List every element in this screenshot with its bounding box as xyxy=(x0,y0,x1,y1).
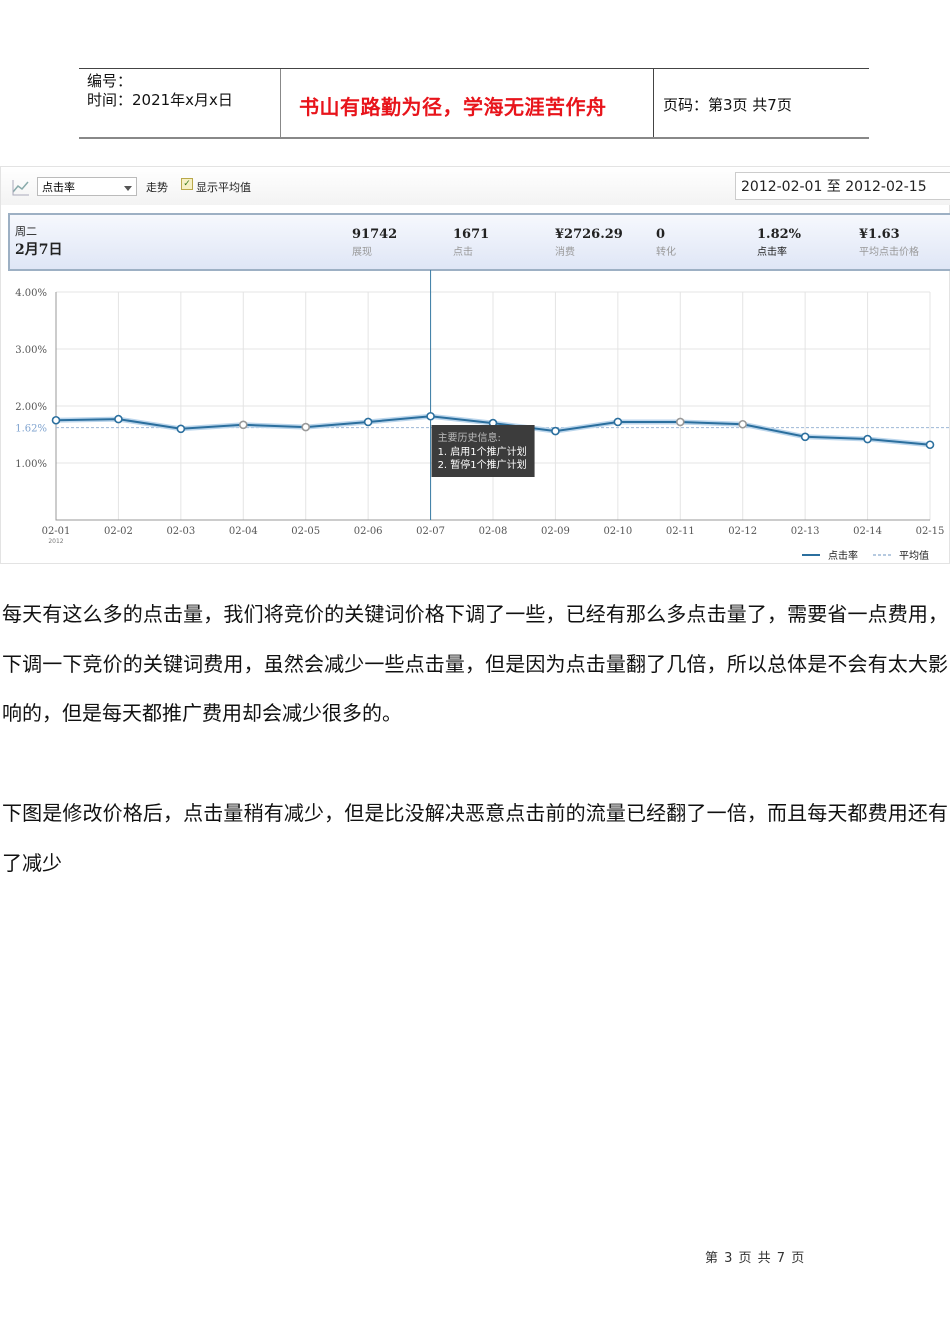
x-tick-label: 02-06 xyxy=(354,526,383,537)
paragraph: 下图是修改价格后，点击量稍有减少，但是比没解决恶意点击前的流量已经翻了一倍，而且… xyxy=(2,801,948,875)
data-point xyxy=(738,419,748,429)
x-tick-label: 02-08 xyxy=(479,526,508,537)
data-point xyxy=(426,411,435,421)
paragraph: 每天有这么多的点击量，我们将竞价的关键词价格下调了一些，已经有那么多点击量了，需… xyxy=(2,602,948,725)
x-tick-label: 02-02 xyxy=(104,526,133,537)
data-point xyxy=(613,417,623,427)
x-tick-label: 02-09 xyxy=(541,526,570,537)
y-tick-label: 1.00% xyxy=(15,459,47,470)
data-point xyxy=(863,434,872,444)
legend-avg-label: 平均值 xyxy=(899,549,929,562)
x-tick-label: 02-13 xyxy=(791,526,820,537)
x-year-label: 2012 xyxy=(48,538,63,545)
x-tick-label: 02-14 xyxy=(853,526,882,537)
y-tick-label: 3.00% xyxy=(15,345,47,356)
data-point xyxy=(51,415,61,425)
x-tick-label: 02-04 xyxy=(229,526,258,537)
data-point xyxy=(114,414,123,424)
x-tick-label: 02-01 xyxy=(42,526,71,537)
x-tick-label: 02-05 xyxy=(291,526,320,537)
y-tick-label: 2.00% xyxy=(15,402,47,413)
legend-ctr-label: 点击率 xyxy=(828,549,858,562)
x-tick-label: 02-15 xyxy=(916,526,945,537)
x-tick-label: 02-12 xyxy=(728,526,757,537)
average-label: 1.62% xyxy=(15,424,47,435)
tooltip-title: 主要历史信息: xyxy=(438,431,501,444)
y-tick-label: 4.00% xyxy=(15,288,47,299)
data-point xyxy=(301,422,311,432)
page-footer: 第 3 页 共 7 页 xyxy=(705,1251,806,1266)
data-point xyxy=(363,417,373,427)
tooltip-line: 2. 暂停1个推广计划 xyxy=(438,458,527,471)
x-tick-label: 02-07 xyxy=(416,526,445,537)
x-tick-label: 02-03 xyxy=(166,526,195,537)
data-point xyxy=(800,432,810,442)
data-point xyxy=(238,420,248,430)
document-page: 编号： 时间：2021年x月x日 书山有路勤为径，学海无涯苦作舟 页码：第3页 … xyxy=(0,0,950,1344)
data-point xyxy=(551,426,560,436)
ctr-line-chart: 4.00% 3.00% 2.00% 1.00% 02-01 02-02 02-03 02-04… xyxy=(15,270,950,562)
data-point xyxy=(176,424,186,434)
tooltip-line: 1. 启用1个推广计划 xyxy=(438,445,527,458)
x-tick-label: 02-11 xyxy=(666,526,695,537)
x-tick-label: 02-10 xyxy=(603,526,632,537)
data-point xyxy=(925,440,935,450)
data-point xyxy=(675,417,685,427)
